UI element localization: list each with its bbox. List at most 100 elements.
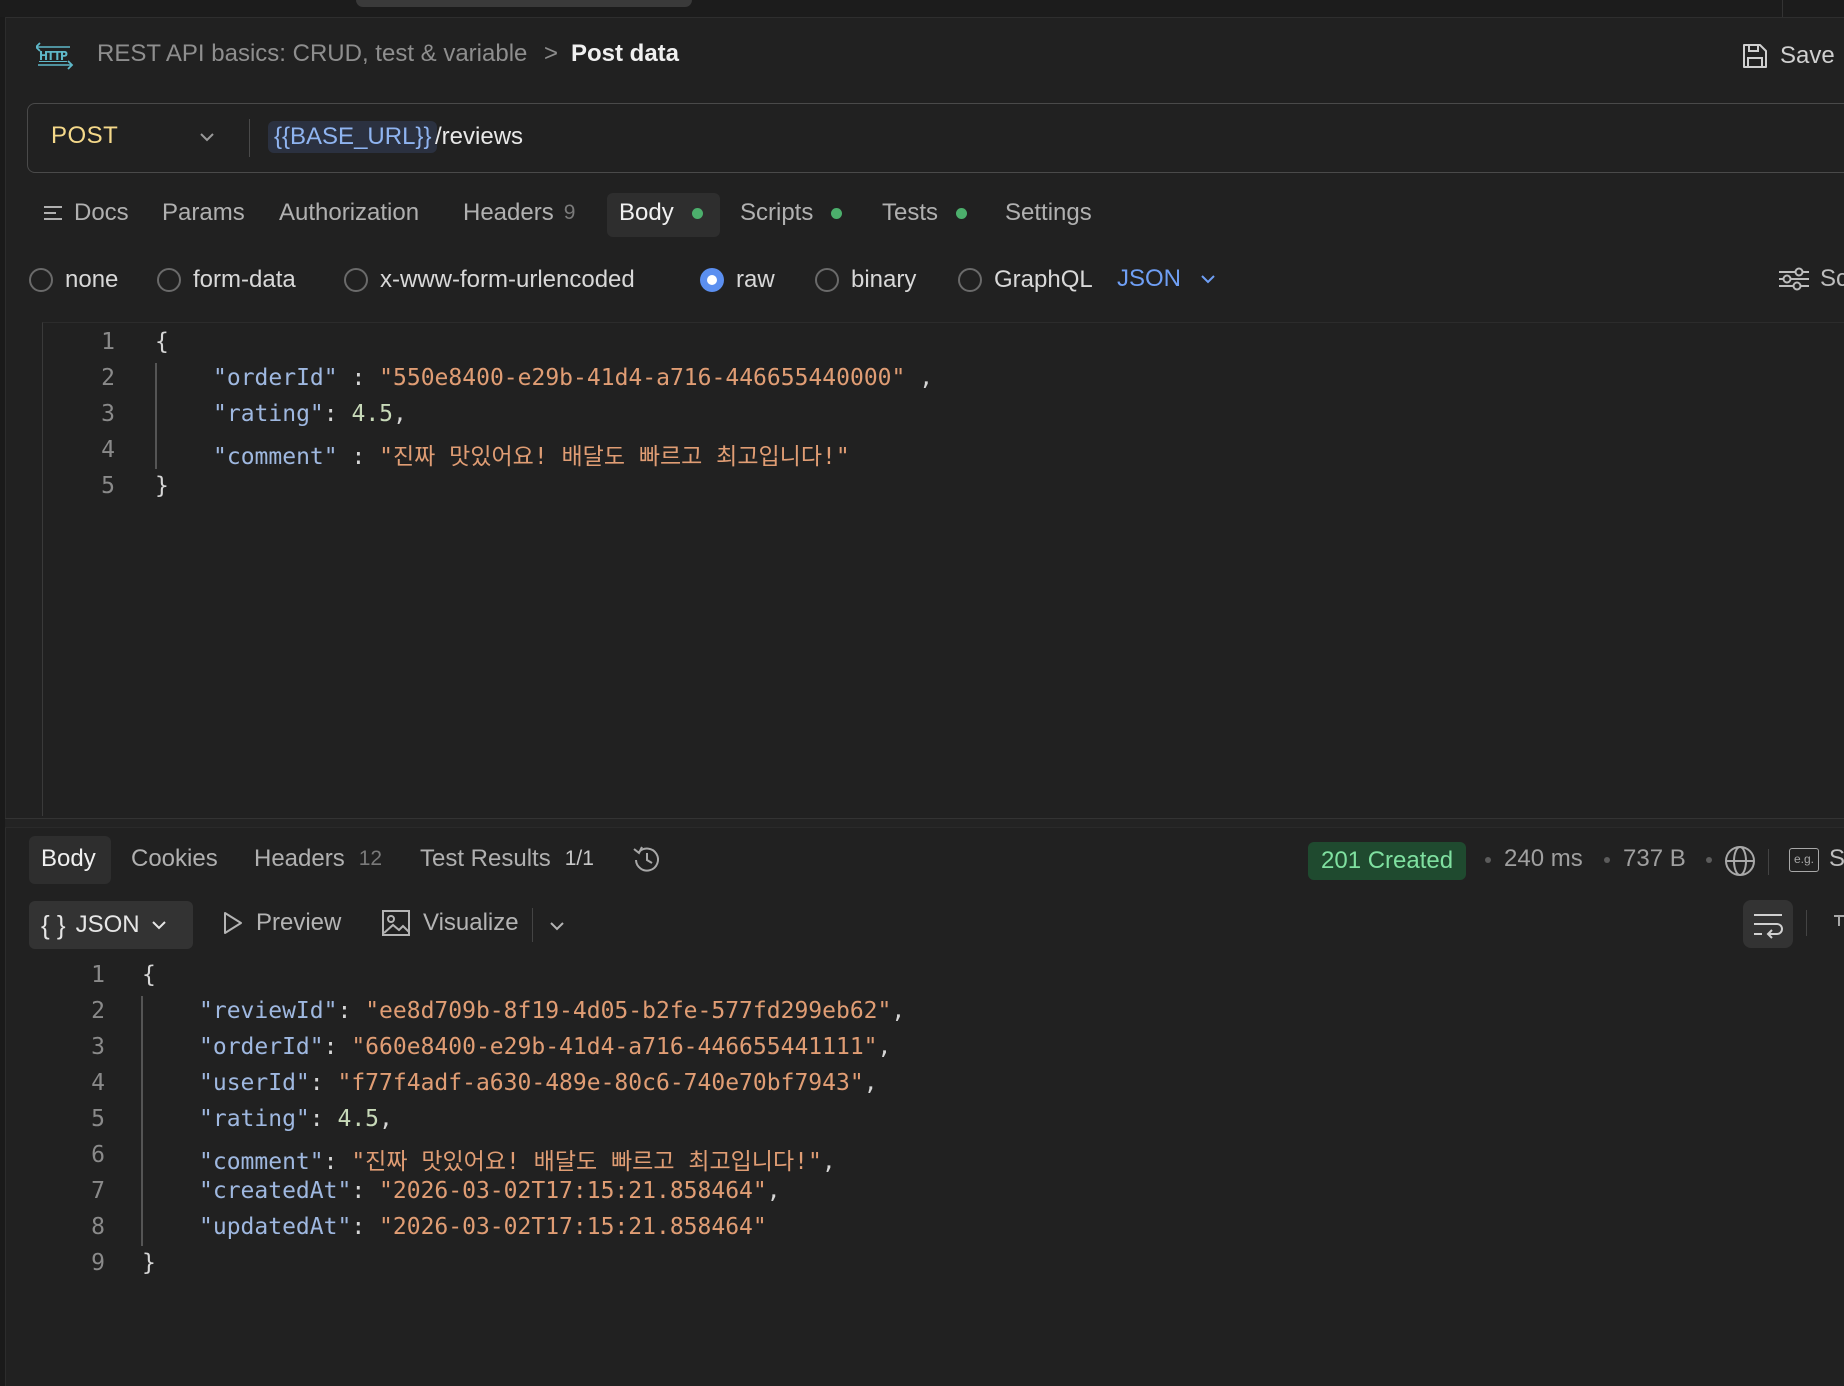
json-key: "orderId" — [213, 365, 338, 391]
response-format-select[interactable]: { } JSON — [29, 901, 193, 949]
response-tab-body[interactable]: Body — [41, 843, 96, 875]
json-key: "updatedAt" — [199, 1214, 352, 1240]
response-headers-count: 12 — [358, 847, 383, 870]
indent-guide — [141, 996, 143, 1246]
json-value: "f77f4adf-a630-489e-80c6-740e70bf7943" — [337, 1070, 864, 1096]
response-tab-test-results[interactable]: Test Results 1/1 — [420, 843, 594, 875]
radio-urlencoded[interactable]: x-www-form-urlencoded — [344, 263, 635, 297]
json-key: "comment" — [213, 444, 338, 470]
filter-icon[interactable] — [1832, 910, 1844, 934]
url-variable[interactable]: {{BASE_URL}} — [268, 121, 438, 153]
tab-settings[interactable]: Settings — [1005, 197, 1092, 229]
tab-scripts[interactable]: Scripts — [740, 197, 843, 229]
response-size[interactable]: 737 B — [1623, 843, 1686, 875]
json-trail: , — [766, 1178, 781, 1204]
chevron-down-icon[interactable] — [548, 919, 566, 933]
tab-tests[interactable]: Tests — [882, 197, 968, 229]
radio-graphql-control[interactable] — [958, 268, 982, 292]
tab-scroll-hint[interactable] — [356, 0, 692, 7]
response-time[interactable]: 240 ms — [1504, 843, 1583, 875]
visualize-button[interactable]: Visualize — [381, 909, 519, 937]
tab-settings-label: Settings — [1005, 199, 1092, 226]
tab-body[interactable]: Body — [619, 197, 703, 229]
line-number: 9 — [91, 1250, 105, 1276]
json-value: 4.5 — [351, 401, 394, 427]
radio-binary[interactable]: binary — [815, 263, 916, 297]
scripts-dot-indicator — [831, 207, 843, 219]
json-line: "rating": 4.5, — [213, 401, 407, 427]
save-button[interactable]: Save — [1740, 36, 1835, 76]
line-number: 5 — [101, 473, 115, 499]
braces-icon: { } — [41, 909, 66, 940]
history-icon[interactable] — [630, 843, 664, 877]
radio-binary-control[interactable] — [815, 268, 839, 292]
tab-headers-count: 9 — [563, 201, 576, 224]
chevron-down-icon[interactable] — [198, 130, 216, 144]
response-tab-headers[interactable]: Headers 12 — [254, 843, 382, 875]
save-icon — [1743, 44, 1767, 68]
json-line: "orderId" : "550e8400-e29b-41d4-a716-446… — [213, 365, 933, 391]
radio-raw-control[interactable] — [700, 268, 724, 292]
raw-language-select[interactable]: JSON — [1117, 265, 1217, 293]
json-sep: : — [337, 365, 380, 391]
json-key: "comment" — [199, 1149, 324, 1175]
json-line: "createdAt": "2026-03-02T17:15:21.858464… — [199, 1178, 781, 1204]
radio-raw[interactable]: raw — [700, 263, 775, 297]
breadcrumb-collection[interactable]: REST API basics: CRUD, test & variable — [97, 40, 527, 68]
visualize-divider — [532, 908, 533, 942]
docs-icon — [44, 206, 62, 220]
indent-guide — [155, 363, 157, 469]
line-number: 2 — [91, 998, 105, 1024]
radio-raw-label: raw — [736, 266, 775, 293]
image-icon — [382, 910, 410, 936]
test-results-count: 1/1 — [564, 847, 594, 870]
meta-separator — [1604, 857, 1610, 863]
json-value: "550e8400-e29b-41d4-a716-446655440000" — [379, 365, 906, 391]
wrap-icon — [1754, 914, 1783, 939]
json-value: "2026-03-02T17:15:21.858464" — [379, 1214, 767, 1240]
tab-headers[interactable]: Headers 9 — [463, 197, 575, 229]
response-body-viewer[interactable]: 1 2 3 4 5 6 7 8 9 { "reviewId": "ee8d709… — [5, 956, 1844, 1386]
page-title[interactable]: Post data — [571, 40, 679, 68]
response-tab-headers-label: Headers — [254, 845, 345, 872]
method-select[interactable]: POST — [51, 122, 118, 150]
request-body-editor[interactable]: 1 2 3 4 5 { "orderId" : "550e8400-e29b-4… — [42, 322, 1844, 816]
response-tab-cookies-label: Cookies — [131, 845, 218, 872]
wrap-lines-button[interactable] — [1743, 900, 1793, 948]
radio-form-data[interactable]: form-data — [157, 263, 296, 297]
save-example-icon[interactable]: e.g. — [1789, 848, 1819, 872]
json-key: "rating" — [199, 1106, 310, 1132]
breadcrumb-separator: > — [544, 40, 559, 67]
response-tab-cookies[interactable]: Cookies — [131, 843, 218, 875]
preview-button[interactable]: Preview — [220, 909, 341, 937]
radio-form-data-control[interactable] — [157, 268, 181, 292]
tab-docs[interactable]: Docs — [42, 197, 129, 229]
json-line: "comment": "진짜 맛있어요! 배달도 빠르고 최고입니다!", — [199, 1149, 836, 1175]
response-format-label: JSON — [75, 911, 140, 938]
json-key: "rating" — [213, 401, 324, 427]
tab-scripts-label: Scripts — [740, 199, 814, 226]
pane-splitter[interactable] — [5, 818, 1844, 828]
radio-none[interactable]: none — [29, 263, 118, 297]
play-icon — [224, 912, 242, 934]
preview-label: Preview — [256, 909, 342, 936]
radio-urlencoded-control[interactable] — [344, 268, 368, 292]
line-number: 3 — [101, 401, 115, 427]
json-line: "userId": "f77f4adf-a630-489e-80c6-740e7… — [199, 1070, 878, 1096]
json-open-brace: { — [155, 329, 169, 355]
radio-none-control[interactable] — [29, 268, 53, 292]
tab-params[interactable]: Params — [162, 197, 245, 229]
json-trail: , — [891, 998, 906, 1024]
tests-dot-indicator — [956, 207, 968, 219]
json-value: "진짜 맛있어요! 배달도 빠르고 최고입니다!" — [351, 1149, 822, 1175]
window-top-strip — [0, 0, 1844, 18]
radio-graphql[interactable]: GraphQL — [958, 263, 1093, 297]
radio-none-label: none — [65, 266, 119, 293]
globe-icon[interactable] — [1723, 844, 1757, 878]
tab-authorization[interactable]: Authorization — [279, 197, 419, 229]
status-badge[interactable]: 201 Created — [1308, 842, 1467, 880]
json-close-brace: } — [142, 1250, 156, 1276]
schema-button[interactable]: Sc — [1778, 265, 1844, 293]
url-input[interactable]: /reviews — [435, 121, 523, 153]
save-response-button[interactable]: S — [1829, 843, 1844, 875]
